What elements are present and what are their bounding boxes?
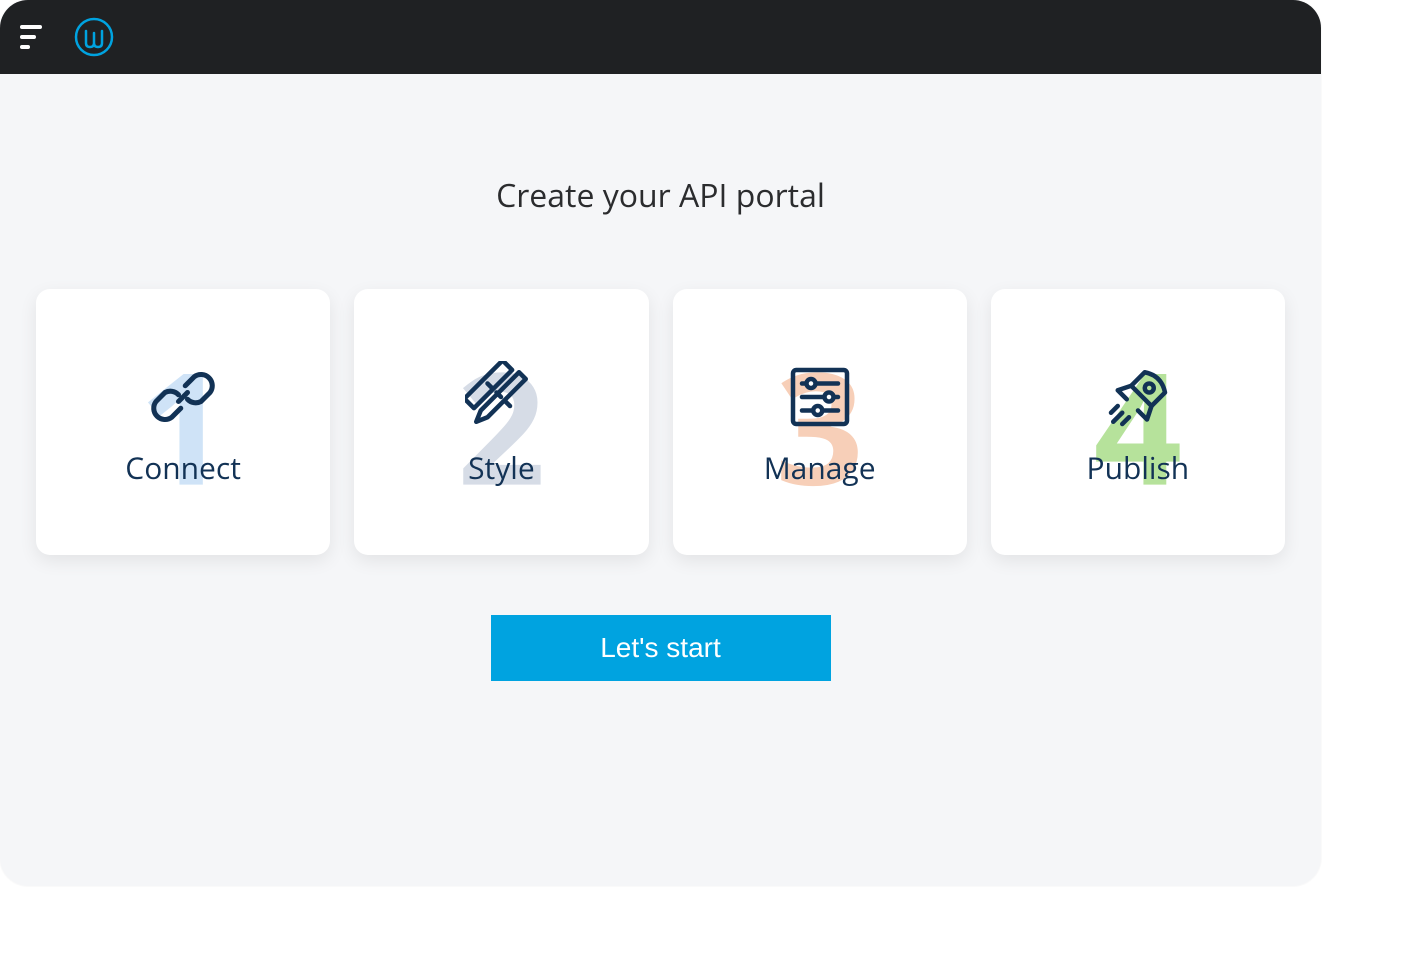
app-frame: Create your API portal 1 Connect 2 [0, 0, 1321, 886]
page-title: Create your API portal [496, 174, 825, 217]
step-label: Publish [1087, 447, 1190, 488]
mulesoft-logo-icon[interactable] [74, 17, 114, 57]
step-card-manage: 3 Manage [673, 289, 967, 555]
menu-icon[interactable] [20, 25, 48, 49]
link-icon [143, 357, 223, 437]
pencil-ruler-icon [461, 357, 541, 437]
step-card-style: 2 Style [354, 289, 648, 555]
sliders-panel-icon [780, 357, 860, 437]
step-label: Connect [125, 447, 241, 488]
rocket-icon [1098, 357, 1178, 437]
lets-start-button[interactable]: Let's start [491, 615, 831, 681]
header-bar [0, 0, 1321, 74]
steps-row: 1 Connect 2 [36, 289, 1285, 555]
main-content: Create your API portal 1 Connect 2 [0, 74, 1321, 721]
step-card-publish: 4 Publish [991, 289, 1285, 555]
step-label: Manage [764, 447, 876, 488]
step-card-connect: 1 Connect [36, 289, 330, 555]
step-label: Style [468, 447, 535, 488]
